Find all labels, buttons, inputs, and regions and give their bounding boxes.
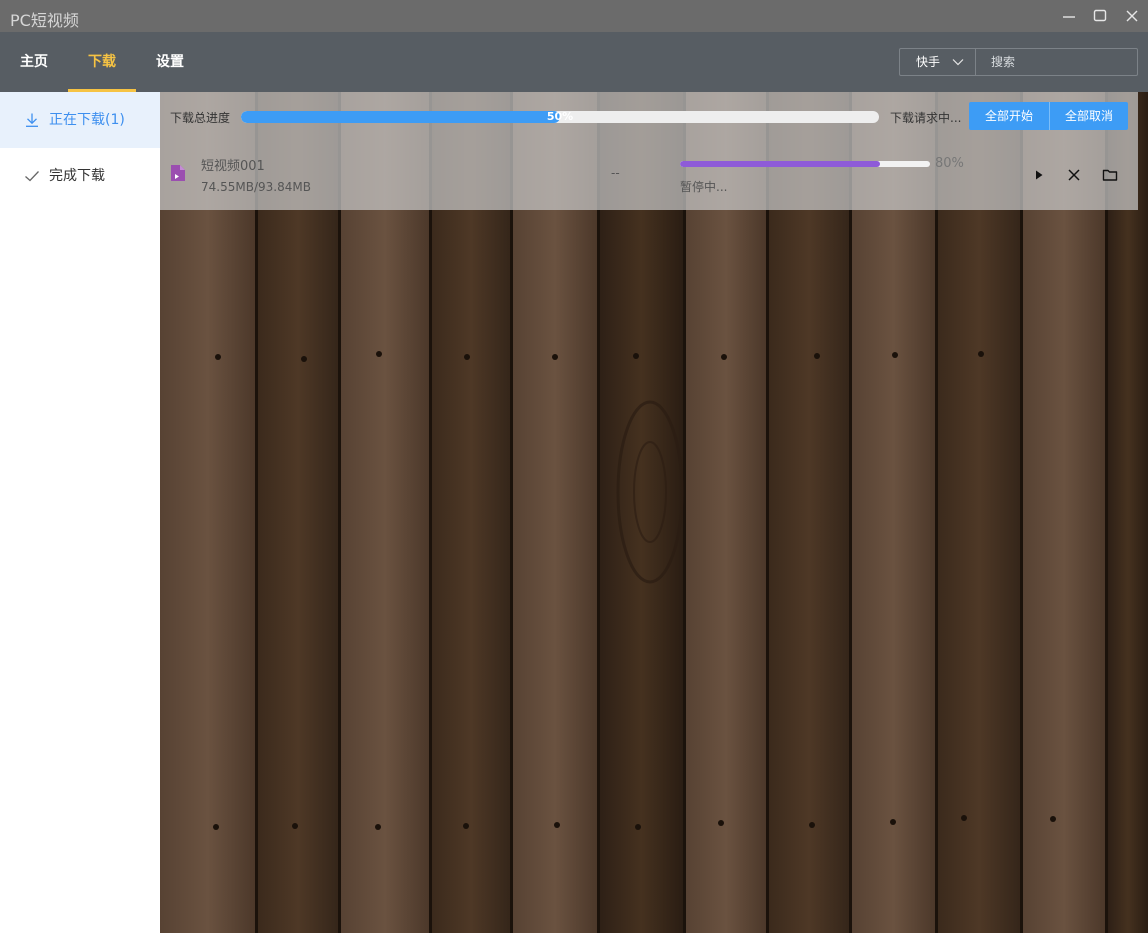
title-bar: PC短视频 <box>0 0 1148 32</box>
download-icon <box>26 113 38 127</box>
platform-select[interactable]: 快手 <box>900 49 976 75</box>
cancel-all-button[interactable]: 全部取消 <box>1049 102 1128 130</box>
maximize-icon[interactable] <box>1090 6 1110 26</box>
start-all-button[interactable]: 全部开始 <box>969 102 1049 130</box>
total-progress-label: 下载总进度 <box>170 111 231 125</box>
task-size: 74.55MB/93.84MB <box>201 180 311 194</box>
download-content: 下载总进度 50% 下载请求中... 全部开始 全部取消 短视频001 74.5… <box>160 92 1148 933</box>
task-speed: -- <box>611 166 620 180</box>
tab-download[interactable]: 下载 <box>68 32 136 92</box>
play-icon[interactable] <box>1030 166 1048 184</box>
top-nav: 主页 下载 设置 快手 <box>0 32 1148 92</box>
search-input[interactable] <box>977 49 1137 75</box>
download-task-row: 短视频001 74.55MB/93.84MB -- 80% 暂停中... <box>160 140 1138 210</box>
minimize-icon[interactable] <box>1059 6 1079 26</box>
total-progress-text: 50% <box>546 111 574 123</box>
task-status: 暂停中... <box>680 180 728 194</box>
sidebar-item-completed[interactable]: 完成下载 <box>0 148 160 204</box>
task-progress-fill <box>680 161 880 167</box>
search-group: 快手 <box>899 48 1138 76</box>
sidebar: 正在下载(1) 完成下载 <box>0 92 160 933</box>
sidebar-item-label: 完成下载 <box>49 168 105 184</box>
folder-icon[interactable] <box>1101 166 1119 184</box>
check-icon <box>25 171 39 182</box>
sidebar-item-label: 正在下载(1) <box>49 112 125 128</box>
request-status-text: 下载请求中... <box>890 111 962 125</box>
total-progress-bar: 50% <box>241 111 879 123</box>
tab-settings[interactable]: 设置 <box>156 32 184 92</box>
app-title: PC短视频 <box>10 11 79 30</box>
tab-home[interactable]: 主页 <box>20 32 48 92</box>
close-icon[interactable] <box>1065 166 1083 184</box>
close-icon[interactable] <box>1122 6 1142 26</box>
total-progress-row: 下载总进度 50% 下载请求中... 全部开始 全部取消 <box>160 92 1138 140</box>
chevron-down-icon <box>952 59 964 66</box>
task-progress-bar <box>680 161 930 167</box>
task-progress-text: 80% <box>935 156 964 171</box>
download-panel: 下载总进度 50% 下载请求中... 全部开始 全部取消 短视频001 74.5… <box>160 92 1138 210</box>
sidebar-item-downloading[interactable]: 正在下载(1) <box>0 92 160 148</box>
task-name: 短视频001 <box>201 159 265 174</box>
platform-select-value: 快手 <box>916 55 941 69</box>
tab-download-label: 下载 <box>88 54 116 70</box>
wood-background-image <box>160 92 1148 933</box>
video-file-icon <box>171 165 185 181</box>
